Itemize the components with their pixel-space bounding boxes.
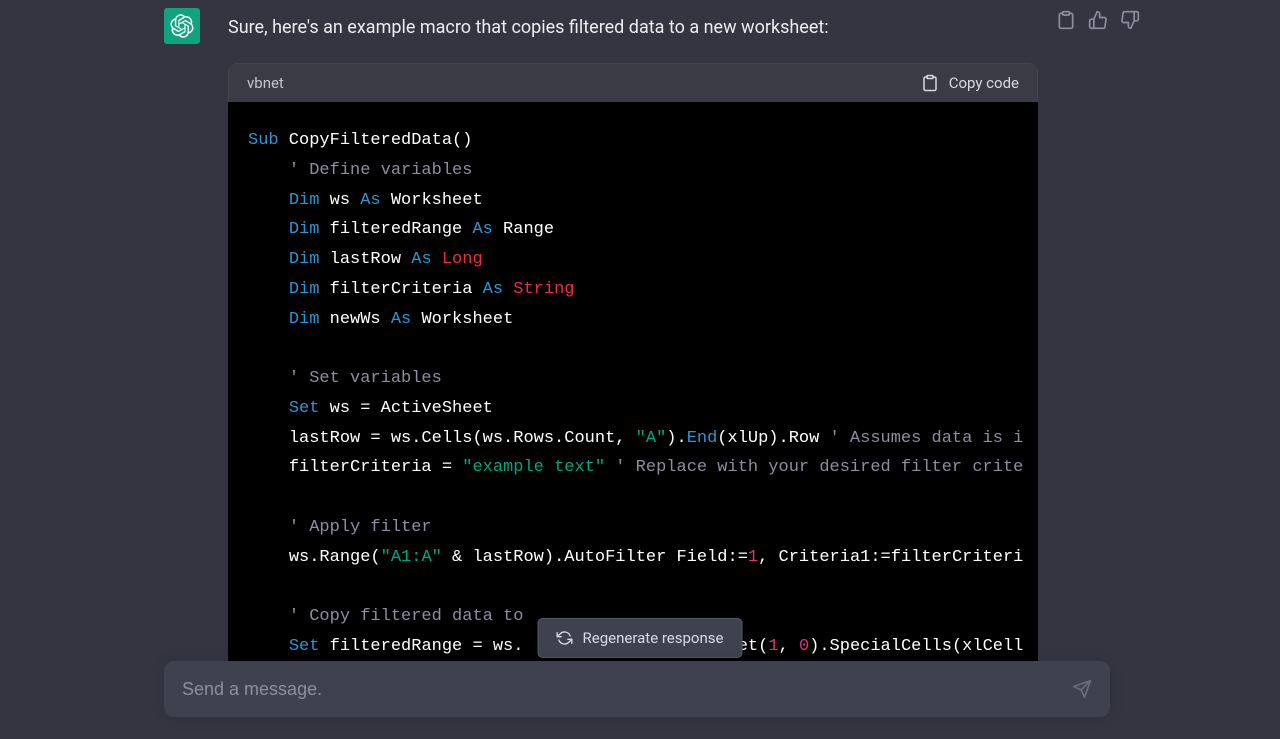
code-text: lastRow = ws.Cells(ws.Rows.Count, [289, 429, 636, 448]
code-text: ws.Range( [289, 548, 381, 567]
comment: ' Define variables [289, 161, 473, 180]
thumbs-down-icon [1120, 10, 1140, 30]
string: "example text" [462, 458, 605, 477]
kw: Dim [289, 191, 320, 210]
kw: Dim [289, 220, 320, 239]
code-text: filteredRange [319, 220, 472, 239]
refresh-icon [557, 630, 573, 646]
code-text: (xlUp).Row [717, 429, 829, 448]
kw: Dim [289, 310, 320, 329]
comment: ' Apply filter [289, 518, 432, 537]
type: String [513, 280, 574, 299]
kw: As [391, 310, 411, 329]
assistant-avatar [164, 8, 200, 44]
assistant-message: Sure, here's an example macro that copie… [0, 0, 1280, 692]
number: 1 [748, 548, 758, 567]
thumbs-down-button[interactable] [1120, 10, 1140, 30]
message-content: Sure, here's an example macro that copie… [228, 8, 1038, 692]
thumbs-up-button[interactable] [1088, 10, 1108, 30]
kw: As [411, 250, 431, 269]
send-icon [1072, 679, 1092, 699]
kw: Set [289, 637, 320, 656]
clipboard-icon [921, 74, 939, 92]
comment: ' Assumes data is i [830, 429, 1024, 448]
code-text: Range [493, 220, 554, 239]
message-input[interactable] [182, 679, 1072, 700]
number: 0 [799, 637, 809, 656]
code-language-label: vbnet [247, 74, 284, 92]
regenerate-button[interactable]: Regenerate response [538, 618, 743, 658]
code-text: ws = ActiveSheet [319, 399, 492, 418]
string: "A" [636, 429, 667, 448]
regenerate-label: Regenerate response [583, 629, 724, 647]
comment: ' Replace with your desired filter crite [615, 458, 1023, 477]
openai-logo [170, 14, 194, 38]
code-content: Sub CopyFilteredData() ' Define variable… [228, 102, 1038, 692]
message-input-container [164, 661, 1110, 717]
code-text: , [779, 637, 799, 656]
kw: End [687, 429, 718, 448]
code-text: lastRow [319, 250, 411, 269]
kw: As [483, 280, 503, 299]
code-text: filteredRange = ws. [319, 637, 523, 656]
kw: As [472, 220, 492, 239]
clipboard-icon [1056, 10, 1076, 30]
code-text [605, 458, 615, 477]
code-text: Worksheet [411, 310, 513, 329]
kw: Dim [289, 280, 320, 299]
code-text: CopyFilteredData() [279, 131, 473, 150]
code-text: ws [319, 191, 360, 210]
code-block: vbnet Copy code Sub CopyFilteredData() '… [228, 63, 1038, 692]
code-text: , Criteria1:=filterCriteri [758, 548, 1023, 567]
code-text: Worksheet [381, 191, 483, 210]
string: "A1:A" [381, 548, 442, 567]
comment: ' Copy filtered data to [289, 607, 524, 626]
code-text: & lastRow).AutoFilter Field:= [442, 548, 748, 567]
copy-code-label: Copy code [949, 74, 1019, 92]
thumbs-up-icon [1088, 10, 1108, 30]
assistant-intro-text: Sure, here's an example macro that copie… [228, 14, 1038, 41]
message-actions [1056, 10, 1140, 30]
code-text: newWs [319, 310, 390, 329]
send-button[interactable] [1072, 679, 1092, 699]
type: Long [442, 250, 483, 269]
number: 1 [768, 637, 778, 656]
kw: Set [289, 399, 320, 418]
code-text: ).SpecialCells(xlCell [809, 637, 1023, 656]
copy-message-button[interactable] [1056, 10, 1076, 30]
kw: Sub [248, 131, 279, 150]
copy-code-button[interactable]: Copy code [921, 74, 1019, 92]
code-text: ). [666, 429, 686, 448]
code-text: filterCriteria [319, 280, 482, 299]
kw: As [360, 191, 380, 210]
code-text: filterCriteria = [289, 458, 462, 477]
code-header: vbnet Copy code [228, 63, 1038, 102]
kw: Dim [289, 250, 320, 269]
comment: ' Set variables [289, 369, 442, 388]
